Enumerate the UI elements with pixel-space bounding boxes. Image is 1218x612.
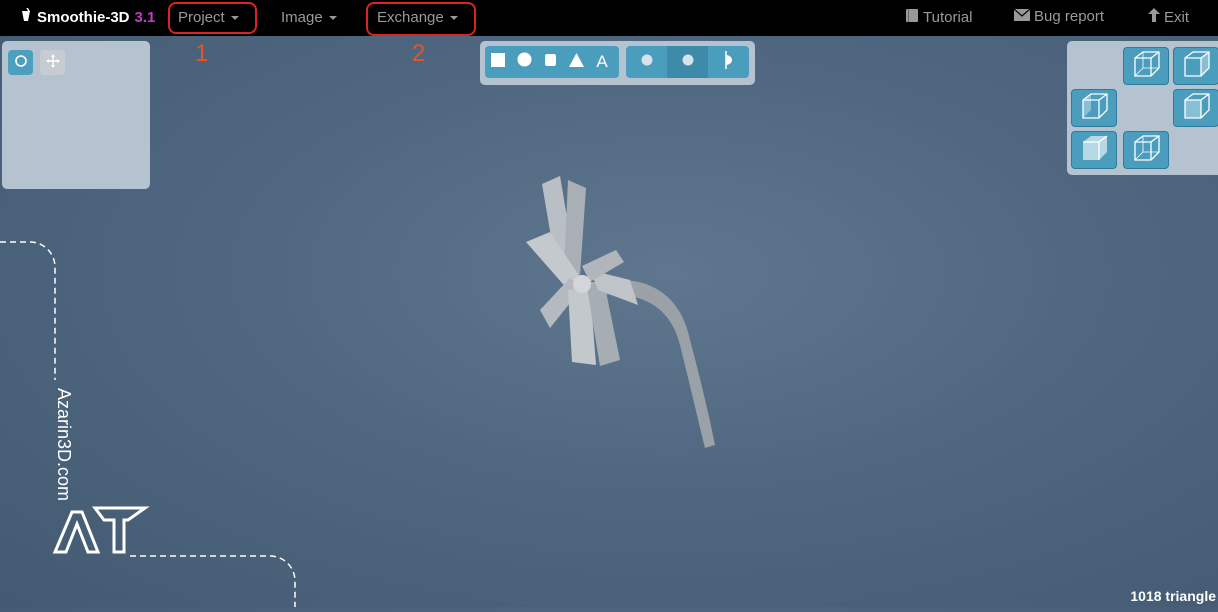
bug-report-label: Bug report bbox=[1034, 8, 1105, 25]
arrow-up-icon bbox=[1148, 8, 1160, 26]
watermark-text-holder: Azarin3D.com bbox=[52, 388, 82, 548]
render-mode-group bbox=[626, 46, 749, 78]
flat-shading-button[interactable] bbox=[626, 46, 667, 78]
cylinder-icon bbox=[544, 53, 556, 72]
flat-shading-icon bbox=[641, 53, 653, 71]
exit-label: Exit bbox=[1164, 8, 1190, 26]
text-icon: A bbox=[596, 52, 608, 71]
watermark-text: Azarin3D.com bbox=[54, 388, 74, 502]
move-icon bbox=[45, 54, 60, 71]
cube-wireframe-icon bbox=[1079, 92, 1109, 125]
chevron-down-icon bbox=[328, 16, 337, 21]
triangle-count: 1018 triangle bbox=[1130, 588, 1216, 604]
book-icon bbox=[905, 8, 919, 27]
view-iso-front-button[interactable] bbox=[1123, 47, 1169, 85]
navigation-panel bbox=[2, 41, 150, 189]
image-menu[interactable]: Image bbox=[281, 9, 337, 26]
exchange-highlight-box bbox=[366, 2, 476, 36]
smooth-shading-button[interactable] bbox=[667, 46, 708, 78]
shape-group: A bbox=[485, 46, 619, 78]
half-icon bbox=[724, 50, 734, 74]
add-cone-button[interactable] bbox=[563, 46, 589, 78]
3d-model-flower[interactable] bbox=[520, 170, 730, 460]
orbit-icon bbox=[14, 54, 28, 71]
half-view-button[interactable] bbox=[708, 46, 749, 78]
annotation-number-2: 2 bbox=[412, 40, 426, 67]
orbit-button[interactable] bbox=[8, 50, 33, 75]
view-cube-panel bbox=[1067, 41, 1218, 175]
annotation-number-1: 1 bbox=[195, 40, 209, 67]
cube-wireframe-icon bbox=[1131, 134, 1161, 167]
cube-wireframe-icon bbox=[1181, 92, 1211, 125]
watermark-frame bbox=[0, 241, 296, 607]
app-name: Smoothie-3D bbox=[37, 8, 130, 26]
add-cylinder-button[interactable] bbox=[537, 46, 563, 78]
view-right-button[interactable] bbox=[1173, 89, 1218, 127]
envelope-icon bbox=[1013, 8, 1031, 25]
view-bottom-button[interactable] bbox=[1071, 131, 1117, 169]
exit-link[interactable]: Exit bbox=[1148, 8, 1189, 26]
cube-solid-icon bbox=[1079, 134, 1109, 167]
project-highlight-box bbox=[168, 2, 257, 34]
bug-report-link[interactable]: Bug report bbox=[1013, 8, 1105, 25]
cube-wireframe-icon bbox=[1181, 50, 1211, 83]
shape-toolbar: A bbox=[480, 41, 755, 85]
image-menu-label: Image bbox=[281, 9, 323, 26]
tutorial-link[interactable]: Tutorial bbox=[905, 8, 972, 27]
smooth-shading-icon bbox=[682, 53, 694, 71]
cube-wireframe-icon bbox=[1131, 50, 1161, 83]
smoothie-logo-icon bbox=[20, 7, 32, 26]
view-iso-back-button[interactable] bbox=[1123, 131, 1169, 169]
app-brand[interactable]: Smoothie-3D 3.1 bbox=[20, 7, 156, 26]
view-left-button[interactable] bbox=[1071, 89, 1117, 127]
cone-icon bbox=[568, 52, 584, 72]
pan-button[interactable] bbox=[40, 50, 65, 75]
tutorial-label: Tutorial bbox=[923, 9, 973, 26]
watermark: Azarin3D.com bbox=[0, 240, 300, 612]
app-version: 3.1 bbox=[134, 8, 156, 26]
square-icon bbox=[491, 52, 505, 72]
add-text-button[interactable]: A bbox=[589, 46, 615, 78]
add-sphere-button[interactable] bbox=[511, 46, 537, 78]
circle-icon bbox=[517, 52, 532, 72]
add-box-button[interactable] bbox=[485, 46, 511, 78]
view-iso-right-button[interactable] bbox=[1173, 47, 1218, 85]
